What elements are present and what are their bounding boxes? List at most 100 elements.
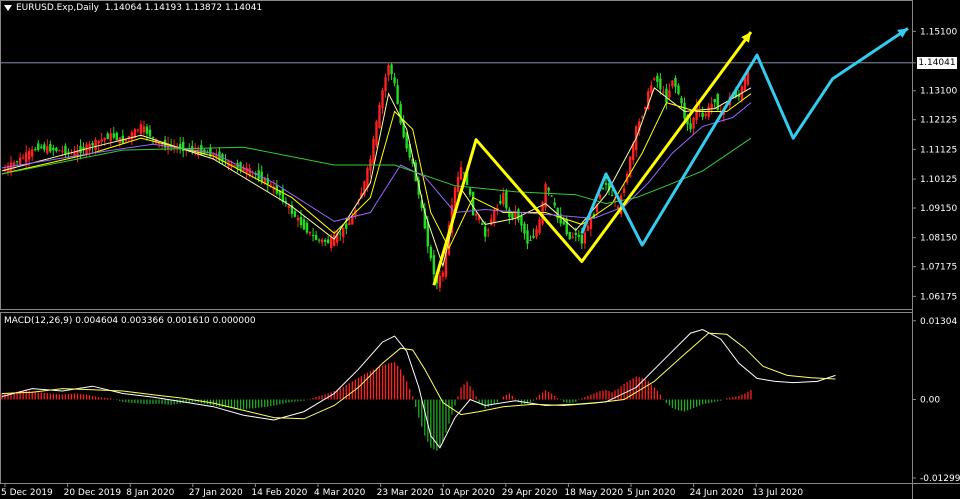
candle-body: [106, 133, 109, 140]
candle-body: [115, 132, 118, 141]
candle-body: [329, 236, 333, 249]
candle-body: [100, 139, 103, 142]
candle-body: [136, 129, 140, 131]
candle-body: [438, 275, 442, 288]
price-tick-label: 1.15100: [920, 27, 957, 37]
candle-body: [523, 223, 526, 234]
candle-body: [677, 85, 680, 95]
candle-body: [9, 162, 13, 172]
candle-body: [393, 77, 396, 84]
candle-body: [103, 138, 106, 141]
candle-body: [456, 176, 460, 192]
candle-body: [601, 188, 605, 190]
macd-tick-label: 0.01304: [920, 317, 957, 327]
candle-body: [502, 192, 505, 205]
candle-body: [743, 77, 747, 91]
candle-body: [308, 231, 312, 234]
candle-body: [598, 194, 602, 199]
candle-body: [109, 133, 112, 141]
candle-body: [27, 150, 31, 160]
chart-canvas: 1.15100 1.13100 1.12125 1.11125 1.10125 1.091…: [0, 0, 960, 499]
candle-body: [52, 147, 55, 151]
candle-body: [547, 187, 550, 191]
candle-body: [396, 85, 399, 104]
candle-body: [320, 239, 324, 243]
candle-body: [574, 232, 577, 235]
candle-body: [692, 117, 695, 129]
candle-body: [130, 132, 134, 140]
candle-body: [550, 195, 553, 197]
macd-line: [1, 328, 836, 449]
candle-body: [710, 103, 713, 109]
candle-body: [480, 223, 484, 225]
candle-body: [529, 239, 532, 241]
candle-body: [580, 234, 584, 244]
candle-body: [571, 237, 574, 239]
candle-body: [79, 146, 82, 153]
date-tick-label: 24 Jun 2020: [690, 488, 744, 498]
candle-body: [314, 234, 318, 240]
candle-body: [487, 229, 490, 231]
trend-arrow-line: [432, 31, 753, 286]
candle-body: [342, 227, 345, 238]
current-price-label: 1.14041: [917, 56, 957, 69]
candle-body: [287, 205, 291, 209]
candle-body: [562, 221, 565, 225]
axes: 1.15100 1.13100 1.12125 1.11125 1.10125 1.091…: [0, 0, 960, 499]
candle-body: [333, 234, 336, 246]
candle-body: [650, 85, 653, 93]
macd-frame: [0, 312, 913, 484]
macd-tick-label: 0.00: [920, 396, 940, 406]
candle-body: [43, 144, 46, 150]
candle-body: [665, 88, 668, 103]
candle-body: [520, 215, 523, 226]
candle-body: [311, 235, 315, 237]
moving-average-line: [1, 137, 752, 205]
candle-body: [511, 213, 514, 219]
candle-body: [366, 168, 369, 189]
symbol-label: EURUSD.Exp,Daily: [16, 3, 99, 13]
price-tick-label: 1.07175: [920, 263, 957, 273]
collapse-triangle-icon[interactable]: [4, 4, 12, 11]
price-panel[interactable]: [0, 27, 912, 292]
price-tick-label: 1.06175: [920, 292, 957, 302]
candle-body: [302, 219, 306, 230]
date-tick-label: 29 Apr 2020: [502, 488, 558, 498]
candle-body: [668, 90, 671, 98]
candle-body: [689, 123, 692, 130]
date-tick-label: 14 Feb 2020: [251, 488, 307, 498]
candle-body: [378, 104, 381, 129]
candle-body: [644, 106, 647, 109]
candle-body: [269, 184, 272, 186]
candle-body: [212, 153, 215, 156]
candle-body: [40, 146, 43, 148]
candle-body: [499, 200, 502, 204]
candle-body: [701, 112, 704, 117]
candle-body: [387, 65, 390, 76]
candle-body: [474, 213, 478, 216]
candle-body: [61, 150, 64, 152]
candle-body: [656, 75, 659, 82]
candle-body: [429, 246, 433, 259]
candle-body: [31, 149, 34, 157]
candle-body: [459, 167, 463, 180]
date-tick-label: 8 Jan 2020: [126, 488, 174, 498]
candle-body: [399, 104, 402, 124]
candle-body: [91, 142, 94, 146]
candle-body: [148, 129, 152, 137]
moving-average-line: [1, 93, 752, 250]
candle-body: [323, 239, 327, 242]
ohlc-values: 1.14064 1.14193 1.13872 1.14041: [104, 3, 263, 13]
candle-body: [317, 239, 321, 241]
macd-panel[interactable]: [1, 328, 836, 451]
candle-body: [517, 209, 520, 220]
candle-body: [493, 210, 496, 223]
candle-body: [351, 217, 354, 225]
candle-body: [46, 146, 49, 154]
candle-body: [671, 80, 674, 87]
candle-body: [532, 235, 535, 238]
symbol-header: EURUSD.Exp,Daily 1.14064 1.14193 1.13872…: [4, 3, 262, 13]
candle-body: [653, 78, 656, 80]
candle-body: [112, 133, 115, 138]
candle-body: [94, 139, 97, 151]
